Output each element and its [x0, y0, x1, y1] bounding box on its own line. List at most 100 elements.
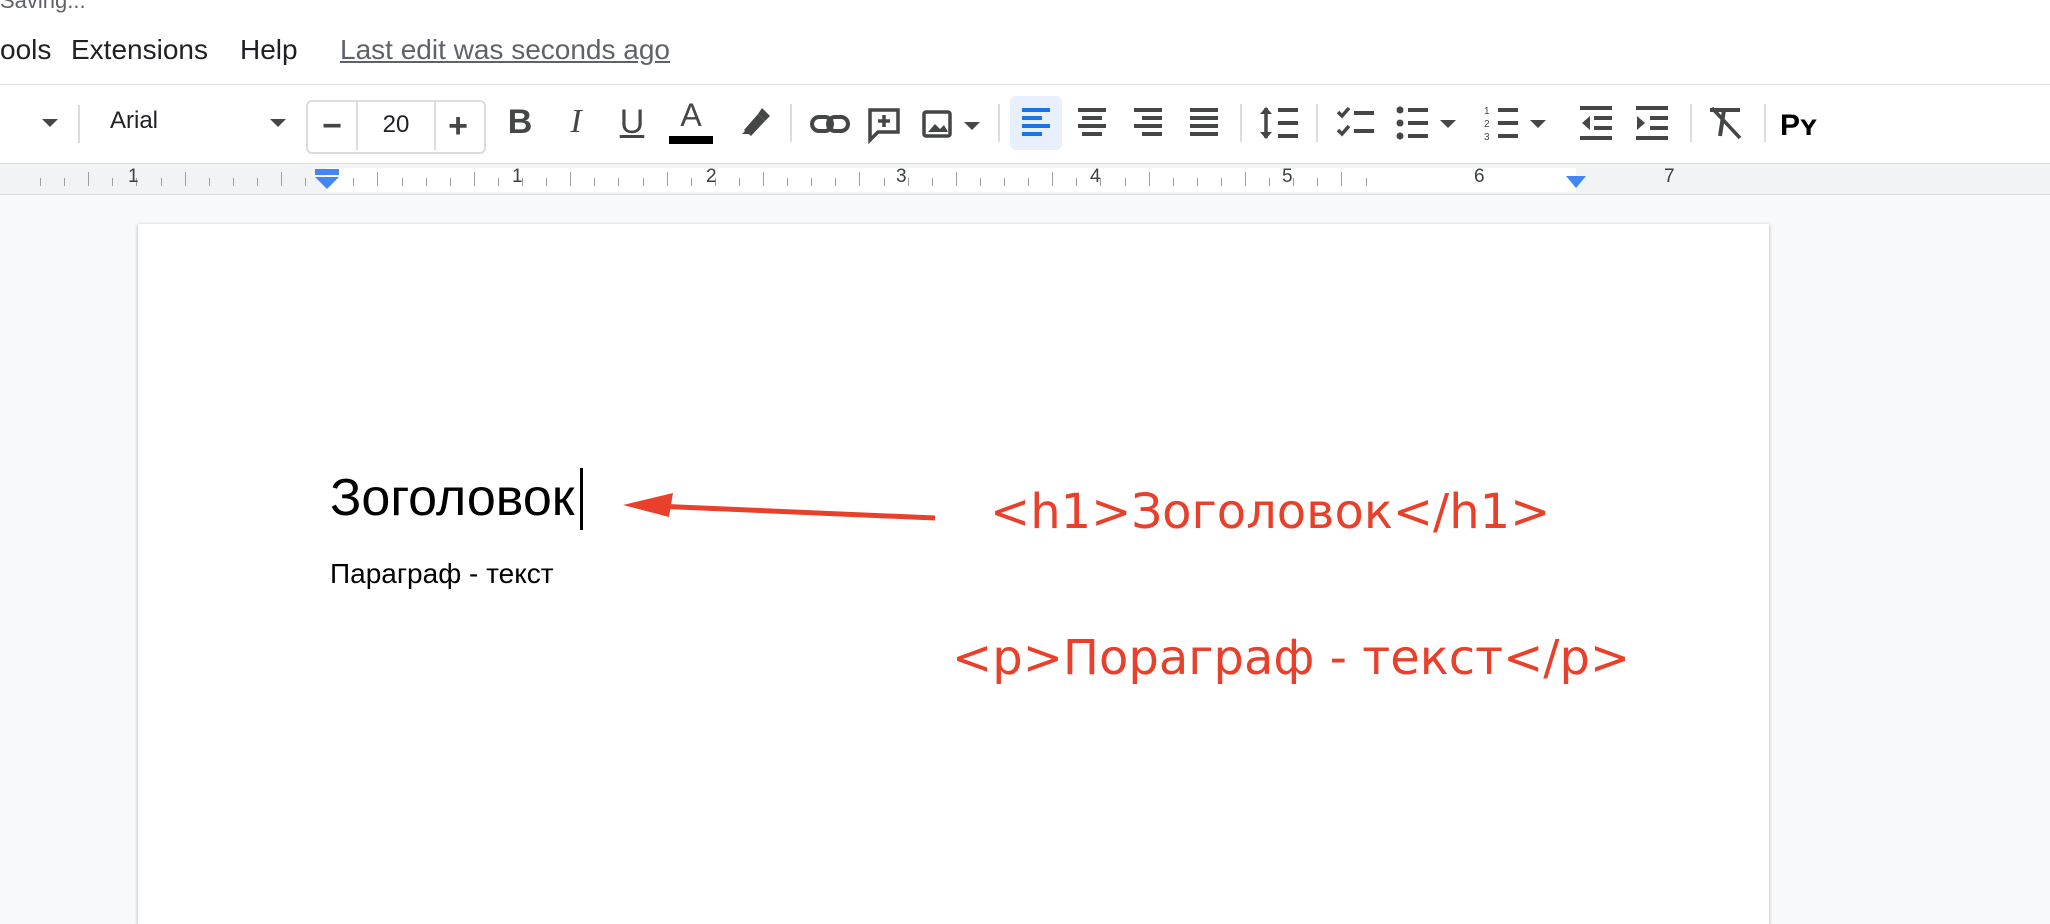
ruler-tick	[1076, 178, 1078, 186]
align-center-icon	[1078, 108, 1106, 136]
chevron-down-icon	[42, 119, 58, 127]
clear-formatting-icon	[1710, 106, 1742, 140]
font-dropdown-button[interactable]	[258, 97, 298, 149]
p-annotation: <p>Пораграф - текст</p>	[952, 630, 1631, 686]
align-justify-button[interactable]	[1178, 96, 1230, 150]
ruler-tick	[88, 172, 90, 186]
document-paragraph[interactable]: Параграф - текст	[330, 558, 554, 590]
chevron-down-icon	[270, 119, 286, 127]
ruler-number: 2	[706, 166, 717, 187]
ruler-tick	[401, 178, 403, 186]
ruler-tick	[666, 172, 668, 186]
svg-text:3: 3	[1484, 132, 1490, 143]
underline-button[interactable]: U	[612, 96, 652, 148]
ruler-tick	[1220, 178, 1222, 186]
left-indent-marker-icon[interactable]	[314, 168, 340, 190]
align-left-button[interactable]	[1010, 96, 1062, 150]
numbered-list-button[interactable]: 1 2 3	[1480, 96, 1560, 150]
image-icon	[922, 110, 980, 138]
checklist-button[interactable]	[1330, 96, 1382, 150]
insert-link-button[interactable]	[808, 100, 852, 148]
align-center-button[interactable]	[1066, 96, 1118, 150]
divider	[78, 105, 80, 143]
increase-font-size-button[interactable]: +	[434, 102, 482, 150]
divider	[1240, 104, 1242, 142]
align-right-button[interactable]	[1122, 96, 1174, 150]
align-right-icon	[1134, 108, 1162, 136]
bold-button[interactable]: B	[500, 96, 540, 148]
right-indent-marker-icon[interactable]	[1565, 174, 1587, 190]
ruler-tick	[1341, 172, 1343, 186]
link-icon	[810, 115, 850, 133]
font-family-select[interactable]: Arial	[110, 107, 158, 135]
checklist-icon	[1336, 106, 1374, 137]
ruler-tick	[425, 178, 427, 186]
document-heading[interactable]: Зоголовок	[330, 472, 575, 524]
ruler-tick	[1172, 178, 1174, 186]
align-justify-icon	[1190, 108, 1218, 136]
ruler-tick	[1196, 178, 1198, 186]
ruler-tick	[546, 178, 548, 186]
ruler-tick	[281, 172, 282, 186]
highlight-color-button[interactable]	[734, 100, 774, 144]
input-tools-button[interactable]: Pʏ	[1780, 104, 1830, 148]
ruler-tick	[1365, 178, 1367, 186]
style-dropdown-button[interactable]	[30, 97, 70, 149]
align-left-icon	[1022, 108, 1050, 136]
ruler-tick	[931, 178, 933, 186]
ruler-tick	[883, 178, 885, 186]
ruler-tick	[642, 178, 644, 186]
ruler-tick	[377, 172, 379, 186]
ruler-tick	[907, 178, 909, 186]
numbered-list-icon: 1 2 3	[1484, 106, 1546, 143]
ruler-tick	[1317, 178, 1319, 186]
ruler-tick	[497, 178, 499, 186]
ruler-tick	[618, 178, 620, 186]
decrease-indent-icon	[1580, 106, 1612, 140]
decrease-font-size-button[interactable]: −	[308, 102, 356, 150]
header-bar: Saving... ools Extensions Help Last edit…	[0, 0, 2050, 84]
add-comment-button[interactable]	[864, 100, 904, 148]
ruler-tick	[1245, 172, 1246, 186]
ruler-tick	[690, 178, 692, 186]
ruler-number: 1	[512, 166, 523, 187]
ruler-number: 3	[896, 166, 907, 187]
ruler-number: 6	[1474, 166, 1485, 187]
italic-button[interactable]: I	[556, 96, 596, 148]
increase-indent-button[interactable]	[1626, 96, 1678, 150]
ruler-tick	[1052, 172, 1054, 186]
ruler-tick	[1028, 178, 1030, 186]
decrease-indent-button[interactable]	[1570, 96, 1622, 150]
ruler-tick	[305, 178, 307, 186]
font-size-input[interactable]: 20	[356, 100, 436, 150]
ruler-tick	[1293, 178, 1295, 186]
ruler-tick	[570, 172, 572, 186]
add-comment-icon	[868, 108, 900, 145]
text-color-button[interactable]: A	[668, 96, 714, 148]
menu-extensions[interactable]: Extensions	[71, 34, 208, 66]
divider	[1316, 104, 1318, 142]
ruler-tick	[1269, 178, 1271, 186]
divider	[998, 104, 1000, 142]
ruler-number: 5	[1282, 166, 1293, 187]
menu-help[interactable]: Help	[240, 34, 298, 66]
horizontal-ruler[interactable]: 1 1 2 3 4 5 6 7	[0, 164, 2050, 195]
bulleted-list-button[interactable]	[1388, 96, 1468, 150]
clear-formatting-button[interactable]	[1700, 96, 1752, 150]
ruler-number: 4	[1090, 166, 1101, 187]
ruler-tick	[449, 178, 451, 186]
menu-tools[interactable]: ools	[0, 34, 51, 66]
save-status: Saving...	[0, 0, 86, 13]
insert-image-button[interactable]	[920, 100, 990, 148]
bulleted-list-icon	[1396, 106, 1456, 140]
svg-text:2: 2	[1484, 119, 1490, 130]
line-spacing-icon	[1260, 107, 1298, 139]
last-edit-link[interactable]: Last edit was seconds ago	[340, 34, 670, 66]
increase-indent-icon	[1636, 106, 1668, 140]
ruler-tick	[256, 178, 258, 186]
ruler-tick	[160, 178, 162, 186]
ruler-tick	[763, 172, 764, 186]
highlighter-icon	[742, 108, 770, 136]
line-spacing-button[interactable]	[1254, 96, 1306, 150]
document-page[interactable]: Зоголовок Параграф - текст	[138, 224, 1769, 924]
